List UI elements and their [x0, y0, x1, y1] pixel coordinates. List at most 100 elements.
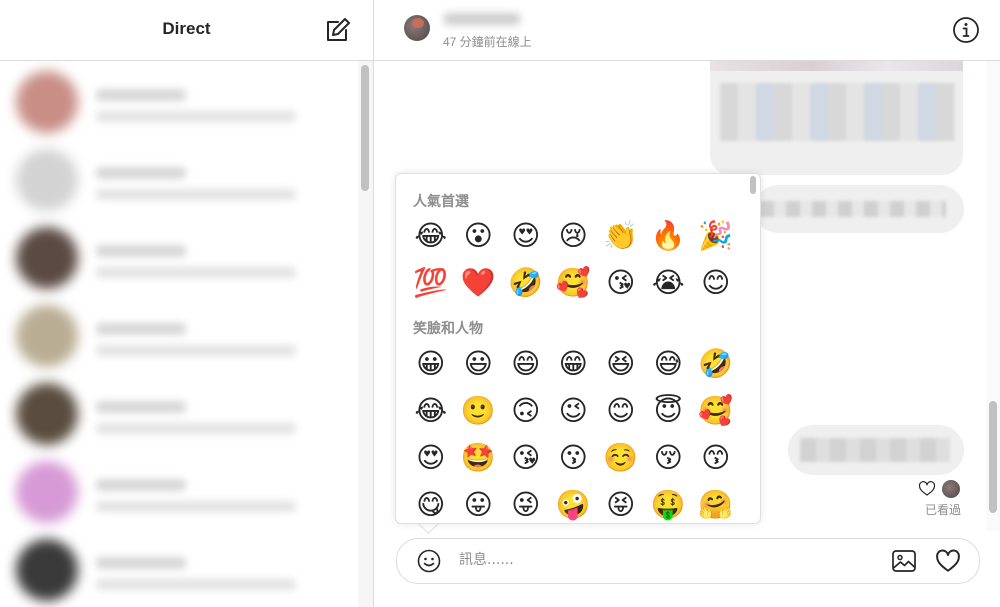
emoji-option[interactable]: 😙 [692, 434, 740, 481]
emoji-option[interactable]: 😋 [407, 481, 455, 523]
emoji-option[interactable]: 😀 [407, 340, 455, 387]
conversation-name-blurred [96, 401, 186, 413]
chat-scroll-thumb[interactable] [989, 401, 997, 513]
emoji-section-title: 人氣首選 [413, 194, 469, 210]
emoji-option[interactable]: 😮 [455, 212, 503, 259]
emoji-section-title: 笑臉和人物 [413, 321, 483, 337]
sidebar-title: Direct [162, 19, 211, 38]
conversation-row[interactable] [0, 295, 356, 373]
conversation-name-blurred [96, 479, 186, 491]
emoji-option[interactable]: 😘 [597, 259, 645, 306]
emoji-option[interactable]: 😃 [455, 340, 503, 387]
seen-label: 已看過 [925, 503, 962, 517]
conversation-name-blurred [96, 89, 186, 101]
heart-icon[interactable] [918, 480, 936, 498]
heart-icon[interactable] [935, 548, 961, 574]
avatar [16, 305, 78, 367]
conversation-row[interactable] [0, 373, 356, 451]
chat-scrollbar[interactable] [986, 61, 1000, 531]
picker-scroll-thumb[interactable] [750, 176, 756, 194]
emoji-option[interactable]: 😢 [550, 212, 598, 259]
avatar [16, 71, 78, 133]
message-composer [396, 538, 980, 584]
emoji-option[interactable]: 😘 [502, 434, 550, 481]
emoji-option[interactable]: 🥰 [550, 259, 598, 306]
compose-icon[interactable] [324, 16, 352, 44]
emoji-grid-popular: 😂 😮 😍 😢 👏 🔥 🎉 💯 ❤️ 🤣 🥰 😘 😭 😊 [407, 212, 740, 306]
conversation-name-blurred [96, 245, 186, 257]
avatar [16, 383, 78, 445]
emoji-option[interactable]: 🤣 [502, 259, 550, 306]
conversation-name-blurred [96, 167, 186, 179]
message-input[interactable] [459, 549, 879, 571]
avatar [16, 227, 78, 289]
picker-scrollbar[interactable] [747, 174, 760, 523]
avatar [16, 149, 78, 211]
sidebar-scrollbar[interactable] [358, 61, 373, 607]
chat-username-blurred[interactable] [444, 13, 520, 25]
sidebar-scroll-thumb[interactable] [361, 65, 369, 191]
conversation-preview-blurred [96, 423, 296, 434]
emoji-option[interactable]: 😍 [407, 434, 455, 481]
avatar [16, 461, 78, 523]
conversation-list [0, 61, 356, 607]
emoji-option[interactable]: 😗 [550, 434, 598, 481]
emoji-option[interactable]: 😄 [502, 340, 550, 387]
chat-avatar[interactable] [404, 15, 430, 41]
conversation-sidebar: Direct [0, 0, 374, 607]
emoji-option[interactable]: 😂 [407, 387, 455, 434]
chat-status: 47 分鐘前在線上 [443, 35, 532, 49]
image-icon[interactable] [891, 548, 917, 574]
message-text-blurred [800, 438, 950, 462]
conversation-preview-blurred [96, 189, 296, 200]
conversation-name-blurred [96, 557, 186, 569]
emoji-option[interactable]: 😅 [645, 340, 693, 387]
emoji-option[interactable]: ❤️ [455, 259, 503, 306]
emoji-option[interactable]: 🤣 [692, 340, 740, 387]
emoji-option[interactable]: 😇 [645, 387, 693, 434]
emoji-option[interactable]: 🥰 [692, 387, 740, 434]
emoji-option[interactable]: 🙂 [455, 387, 503, 434]
emoji-option[interactable]: 😛 [455, 481, 503, 523]
conversation-row[interactable] [0, 451, 356, 529]
conversation-row[interactable] [0, 529, 356, 607]
conversation-row[interactable] [0, 139, 356, 217]
message-bubble-photo[interactable] [710, 61, 963, 175]
info-icon[interactable] [952, 16, 980, 44]
emoji-option[interactable]: 😍 [502, 212, 550, 259]
emoji-option[interactable]: 😝 [597, 481, 645, 523]
emoji-option[interactable]: 😉 [550, 387, 598, 434]
emoji-option[interactable]: 👏 [597, 212, 645, 259]
conversation-preview-blurred [96, 579, 296, 590]
emoji-option[interactable]: 🤑 [645, 481, 693, 523]
conversation-row[interactable] [0, 61, 356, 139]
emoji-grid-smileys: 😀 😃 😄 😁 😆 😅 🤣 😂 🙂 🙃 😉 😊 😇 🥰 😍 🤩 😘 😗 ☺️ 😚 😙 😋 😛 😜 🤪 😝 🤑 🤗 [407, 340, 740, 523]
emoji-option[interactable]: 😊 [692, 259, 740, 306]
smiley-icon[interactable] [417, 549, 441, 573]
emoji-option[interactable]: 😂 [407, 212, 455, 259]
emoji-option[interactable]: ☺️ [597, 434, 645, 481]
emoji-option[interactable]: 😁 [550, 340, 598, 387]
message-photo[interactable] [710, 61, 963, 71]
emoji-option[interactable]: 😚 [645, 434, 693, 481]
emoji-option[interactable]: 😆 [597, 340, 645, 387]
emoji-picker-content: 人氣首選 😂 😮 😍 😢 👏 🔥 🎉 💯 ❤️ 🤣 🥰 😘 😭 😊 笑臉和人物 😀 😃 😄 😁 😆 😅 🤣 😂 🙂 🙃 😉 😊 😇… [396, 174, 746, 523]
emoji-option[interactable]: 😜 [502, 481, 550, 523]
emoji-option[interactable]: 😭 [645, 259, 693, 306]
conversation-row[interactable] [0, 217, 356, 295]
message-bubble[interactable] [754, 185, 964, 233]
message-bubble[interactable] [788, 425, 964, 475]
emoji-option[interactable]: 🤪 [550, 481, 598, 523]
emoji-option[interactable]: 😊 [597, 387, 645, 434]
conversation-preview-blurred [96, 501, 296, 512]
message-text-blurred [720, 83, 955, 141]
emoji-option[interactable]: 🤗 [692, 481, 740, 523]
emoji-option[interactable]: 🎉 [692, 212, 740, 259]
emoji-option[interactable]: 🙃 [502, 387, 550, 434]
message-text-blurred [760, 201, 946, 217]
chat-header: 47 分鐘前在線上 [374, 0, 1000, 61]
emoji-option[interactable]: 🔥 [645, 212, 693, 259]
emoji-option[interactable]: 🤩 [455, 434, 503, 481]
conversation-preview-blurred [96, 111, 296, 122]
emoji-option[interactable]: 💯 [407, 259, 455, 306]
